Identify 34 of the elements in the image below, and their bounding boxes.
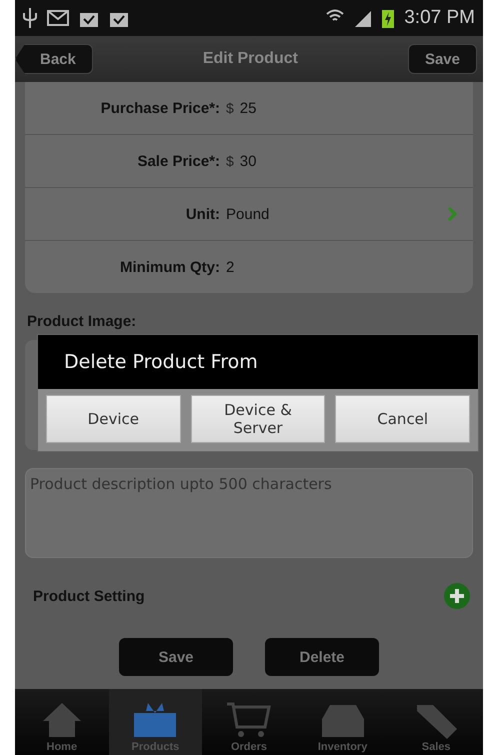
action-button[interactable]: Save bbox=[119, 638, 233, 676]
field-label: Purchase Price*: bbox=[100, 100, 221, 116]
screen-title: Edit Product bbox=[202, 50, 298, 68]
field-value: 30 bbox=[240, 152, 256, 170]
dialog-title: Delete Product From bbox=[38, 335, 478, 389]
dialog-button[interactable]: Cancel bbox=[335, 395, 470, 443]
description-field[interactable]: Product description upto 500 characters bbox=[25, 468, 473, 558]
usb-icon bbox=[23, 8, 37, 28]
cart-icon bbox=[224, 701, 273, 739]
currency-symbol: $ bbox=[226, 100, 234, 116]
dialog-button[interactable]: Device bbox=[46, 395, 181, 443]
section-label: Product Image: bbox=[26, 312, 138, 330]
save-button[interactable]: Save bbox=[408, 44, 477, 74]
tab-item[interactable]: Inventory bbox=[296, 689, 390, 755]
field-label: Minimum Qty: bbox=[119, 258, 221, 276]
back-button[interactable]: Back bbox=[15, 44, 93, 74]
signal-icon bbox=[354, 9, 372, 27]
field-value: 25 bbox=[240, 100, 256, 116]
house-icon bbox=[40, 701, 83, 739]
field-value: 2 bbox=[226, 258, 234, 276]
plus-icon[interactable] bbox=[443, 582, 471, 610]
tab-item[interactable]: Home bbox=[15, 689, 109, 755]
section-label: Product Setting bbox=[33, 588, 145, 604]
tab-item[interactable]: Orders bbox=[202, 689, 296, 755]
field-label: Sale Price*: bbox=[136, 152, 221, 170]
currency-symbol: $ bbox=[226, 153, 234, 169]
dialog-button[interactable]: Device & Server bbox=[190, 395, 326, 443]
mail-icon bbox=[47, 10, 69, 26]
field-label: Unit: bbox=[184, 206, 221, 222]
status-time: 3:07 PM bbox=[404, 7, 475, 29]
field-value[interactable]: Pound bbox=[226, 206, 270, 222]
tab-item[interactable]: Sales bbox=[389, 689, 483, 755]
action-button[interactable]: Delete bbox=[265, 638, 379, 676]
battery-icon bbox=[382, 8, 394, 28]
